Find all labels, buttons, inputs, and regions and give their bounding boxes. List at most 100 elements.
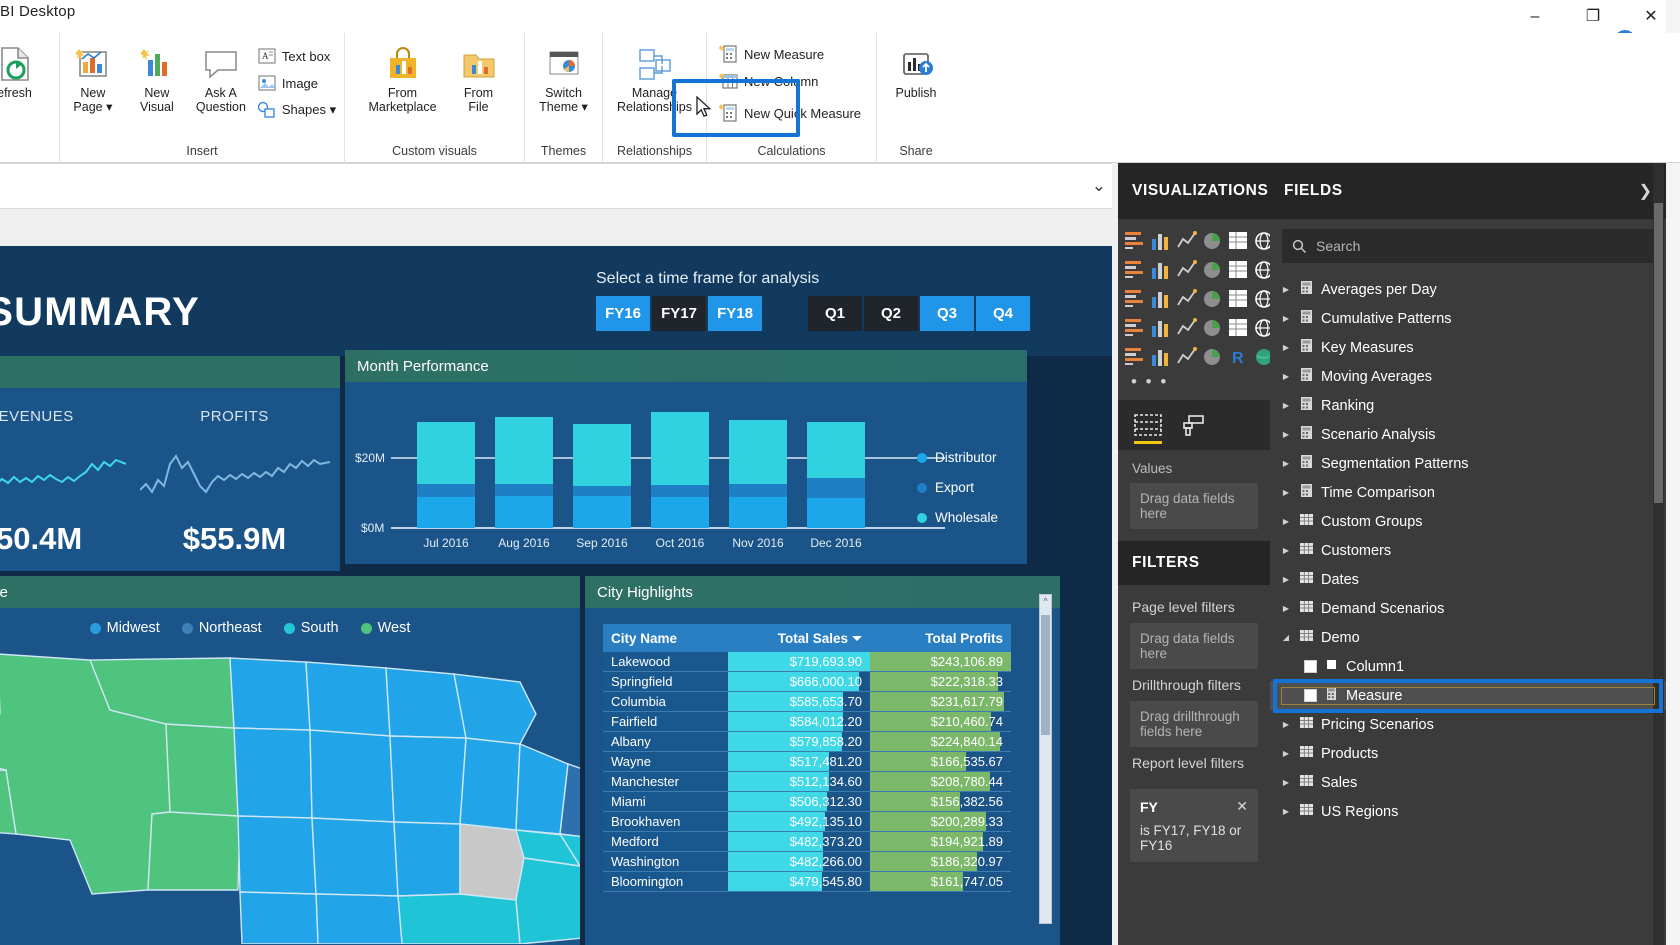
field-item-averages-per-day[interactable]: ▶ Averages per Day <box>1270 275 1666 304</box>
image-button[interactable]: Image <box>254 70 342 96</box>
new-measure-button[interactable]: New Measure <box>716 41 867 67</box>
legend-wholesale[interactable]: Wholesale <box>935 510 998 525</box>
funnel-chart-icon[interactable] <box>1176 315 1197 339</box>
field-item-demo[interactable]: ◢ Demo <box>1270 623 1666 652</box>
fields-scrollbar[interactable] <box>1653 163 1664 945</box>
chevron-down-icon[interactable]: ⌄ <box>1092 176 1106 196</box>
field-item-time-comparison[interactable]: ▶ Time Comparison <box>1270 478 1666 507</box>
field-item-products[interactable]: ▶ Products <box>1270 739 1666 768</box>
expand-arrow-right-icon[interactable]: ▶ <box>1280 546 1292 555</box>
refresh-button[interactable]: efresh <box>0 41 46 103</box>
field-item-cumulative-patterns[interactable]: ▶ Cumulative Patterns <box>1270 304 1666 333</box>
gauge-chart-icon[interactable] <box>1202 315 1223 339</box>
stacked-area-chart-icon[interactable] <box>1176 257 1197 281</box>
search-input[interactable]: Search <box>1316 238 1360 254</box>
clustered-column-chart-icon[interactable] <box>1202 228 1223 252</box>
fiscal-year-slicer[interactable]: FY16 FY17 FY18 <box>596 296 762 331</box>
expand-arrow-right-icon[interactable]: ▶ <box>1280 459 1292 468</box>
table-row[interactable]: Springfield $666,000.10 $222,318.33 <box>603 671 1011 692</box>
table-row[interactable]: Lakewood $719,693.90 $243,106.89 <box>603 652 1011 672</box>
visualization-pane-tabs[interactable] <box>1118 400 1270 450</box>
fy-button-fy17[interactable]: FY17 <box>652 296 706 331</box>
field-item-moving-averages[interactable]: ▶ Moving Averages <box>1270 362 1666 391</box>
expand-arrow-right-icon[interactable]: ▶ <box>1280 372 1292 381</box>
table-row[interactable]: Bloomington $479,545.80 $161,747.05 <box>603 871 1011 892</box>
us-regions-map[interactable] <box>0 644 580 944</box>
clustered-bar-chart-icon[interactable] <box>1176 228 1197 252</box>
new-visual-button[interactable]: New Visual <box>126 41 188 118</box>
treemap-icon[interactable] <box>1228 286 1249 310</box>
expand-arrow-right-icon[interactable]: ▶ <box>1280 488 1292 497</box>
table-row[interactable]: Wayne $517,481.20 $166,535.67 <box>603 751 1011 772</box>
close-icon[interactable]: ✕ <box>1236 798 1248 815</box>
field-item-sales[interactable]: ▶ Sales <box>1270 768 1666 797</box>
table-row[interactable]: Washington $482,266.00 $186,320.97 <box>603 851 1011 872</box>
kpi-card[interactable]: REVENUES 150.4M PROFITS $55.9M <box>0 356 340 571</box>
fy-button-fy18[interactable]: FY18 <box>708 296 762 331</box>
expand-arrow-right-icon[interactable]: ▶ <box>1280 517 1292 526</box>
more-visuals-button[interactable]: • • • <box>1118 370 1270 400</box>
quarter-button-q4[interactable]: Q4 <box>976 296 1030 331</box>
legend-item-west[interactable]: West <box>360 620 410 636</box>
shape-map-icon[interactable] <box>1150 315 1171 339</box>
city-table-scrollbar[interactable]: ^ <box>1039 594 1052 924</box>
filter-card-fy[interactable]: FY ✕ is FY17, FY18 or FY16 <box>1130 789 1258 862</box>
expand-arrow-right-icon[interactable]: ▶ <box>1280 720 1292 729</box>
kpi-icon[interactable] <box>1124 344 1145 368</box>
line-clustered-column-icon[interactable] <box>1228 257 1249 281</box>
fy-button-fy16[interactable]: FY16 <box>596 296 650 331</box>
area-chart-icon[interactable] <box>1150 257 1171 281</box>
col-city-name[interactable]: City Name <box>603 624 728 652</box>
expand-arrow-right-icon[interactable]: ▶ <box>1280 430 1292 439</box>
field-item-segmentation-patterns[interactable]: ▶ Segmentation Patterns <box>1270 449 1666 478</box>
fields-search-box[interactable]: Search <box>1282 229 1654 263</box>
line-stacked-column-icon[interactable] <box>1202 257 1223 281</box>
expand-arrow-right-icon[interactable]: ▶ <box>1280 343 1292 352</box>
new-column-button[interactable]: New Column <box>716 68 867 94</box>
expand-arrow-right-icon[interactable]: ▶ <box>1280 604 1292 613</box>
drillthrough-filters-drop-zone[interactable]: Drag drillthrough fields here <box>1130 701 1258 747</box>
field-item-scenario-analysis[interactable]: ▶ Scenario Analysis <box>1270 420 1666 449</box>
chevron-right-icon[interactable]: ❯ <box>1639 181 1652 201</box>
quarter-button-q3[interactable]: Q3 <box>920 296 974 331</box>
pie-chart-icon[interactable] <box>1176 286 1197 310</box>
legend-item-south[interactable]: South <box>283 620 339 636</box>
report-canvas[interactable]: trending? CE SUMMARY Select a time frame… <box>0 246 1112 945</box>
waterfall-chart-icon[interactable] <box>1124 286 1145 310</box>
field-item-measure[interactable]: Measure <box>1270 681 1666 710</box>
page-level-filters-drop-zone[interactable]: Drag data fields here <box>1130 623 1258 669</box>
table-row[interactable]: Miami $506,312.30 $156,382.56 <box>603 791 1011 812</box>
legend-export[interactable]: Export <box>935 480 974 495</box>
legend-item-midwest[interactable]: Midwest <box>89 620 160 636</box>
scrollbar-thumb[interactable] <box>1041 615 1050 735</box>
table-row[interactable]: Brookhaven $492,135.10 $200,289.33 <box>603 811 1011 832</box>
scrollbar-thumb[interactable] <box>1654 203 1663 503</box>
field-item-demand-scenarios[interactable]: ▶ Demand Scenarios <box>1270 594 1666 623</box>
field-item-column1[interactable]: Column1 <box>1270 652 1666 681</box>
from-file-button[interactable]: From File <box>448 41 510 118</box>
table-row[interactable]: Columbia $585,653.70 $231,617.79 <box>603 691 1011 712</box>
slicer-icon[interactable] <box>1150 344 1171 368</box>
expand-arrow-right-icon[interactable]: ▶ <box>1280 401 1292 410</box>
card-icon[interactable] <box>1228 315 1249 339</box>
table-row[interactable]: Medford $482,373.20 $194,921.89 <box>603 831 1011 852</box>
expand-arrow-down-icon[interactable]: ◢ <box>1280 633 1292 642</box>
city-highlights-card[interactable]: City Highlights City Name Total Sales To… <box>585 576 1060 945</box>
field-item-dates[interactable]: ▶ Dates <box>1270 565 1666 594</box>
switch-theme-button[interactable]: Switch Theme ▾ <box>530 41 598 118</box>
stacked-column-chart-icon[interactable] <box>1150 228 1171 252</box>
field-item-pricing-scenarios[interactable]: ▶ Pricing Scenarios <box>1270 710 1666 739</box>
100-stacked-bar-chart-icon[interactable] <box>1228 228 1249 252</box>
table-row[interactable]: Manchester $512,134.60 $208,780.44 <box>603 771 1011 792</box>
line-chart-icon[interactable] <box>1124 257 1145 281</box>
r-script-visual-icon[interactable]: R <box>1228 344 1249 368</box>
expand-arrow-right-icon[interactable]: ▶ <box>1280 807 1292 816</box>
expand-arrow-right-icon[interactable]: ▶ <box>1280 575 1292 584</box>
new-quick-measure-button[interactable]: New Quick Measure <box>716 100 867 126</box>
field-checkbox[interactable] <box>1304 660 1317 673</box>
shapes-button[interactable]: Shapes ▾ <box>254 97 342 123</box>
col-total-sales[interactable]: Total Sales <box>728 624 870 652</box>
fields-tree[interactable]: ▶ Averages per Day ▶ Cumulative Patterns ▶… <box>1270 267 1666 826</box>
quarter-slicer[interactable]: Q1 Q2 Q3 Q4 <box>808 296 1030 331</box>
legend-item-northeast[interactable]: Northeast <box>181 620 262 636</box>
